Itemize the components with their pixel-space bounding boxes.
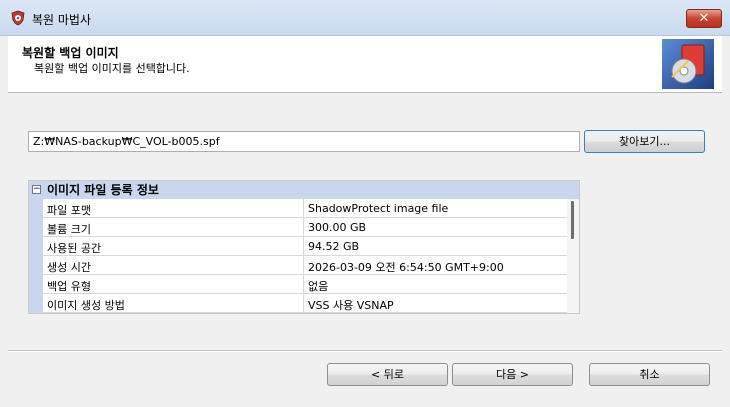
- page-subtitle: 복원할 백업 이미지를 선택합니다.: [34, 62, 190, 75]
- property-name: 볼륨 크기: [47, 223, 91, 236]
- property-value: ShadowProtect image file: [308, 202, 449, 215]
- property-row[interactable]: 이미지 생성 방법 VSS 사용 VSNAP: [29, 294, 569, 313]
- property-row[interactable]: 생성 시간 2026-03-09 오전 6:54:50 GMT+9:00: [29, 256, 569, 275]
- image-path-input[interactable]: Z:₩NAS-backup₩C_VOL-b005.spf: [28, 131, 580, 152]
- close-button[interactable]: ✕: [686, 9, 722, 28]
- row-gutter: [29, 256, 43, 275]
- column-divider: [303, 294, 304, 313]
- row-gutter: [29, 237, 43, 256]
- property-name: 이미지 생성 방법: [47, 299, 125, 312]
- column-divider: [303, 256, 304, 275]
- property-value: 2026-03-09 오전 6:54:50 GMT+9:00: [308, 261, 504, 274]
- row-gutter: [29, 294, 43, 313]
- column-divider: [303, 275, 304, 294]
- property-row[interactable]: 볼륨 크기 300.00 GB: [29, 218, 569, 237]
- column-divider: [303, 199, 304, 218]
- scrollbar-thumb[interactable]: [571, 201, 574, 239]
- next-button[interactable]: 다음 >: [452, 363, 573, 386]
- property-value: 없음: [308, 280, 329, 293]
- property-row[interactable]: 백업 유형 없음: [29, 275, 569, 294]
- wizard-body: Z:₩NAS-backup₩C_VOL-b005.spf 찾아보기... − 이…: [8, 94, 722, 350]
- row-gutter: [29, 275, 43, 294]
- close-icon: ✕: [698, 11, 710, 26]
- property-value: 300.00 GB: [308, 221, 367, 234]
- image-properties-grid: − 이미지 파일 등록 정보 파일 포맷 ShadowProtect image…: [28, 180, 580, 314]
- app-shield-icon: [11, 10, 25, 26]
- row-gutter: [29, 199, 43, 218]
- properties-scrollbar[interactable]: [567, 199, 579, 313]
- wizard-header: 복원할 백업 이미지 복원할 백업 이미지를 선택합니다.: [8, 36, 722, 93]
- property-name: 생성 시간: [47, 261, 91, 274]
- column-divider: [303, 218, 304, 237]
- collapse-minus-icon[interactable]: −: [32, 185, 41, 194]
- property-name: 파일 포맷: [47, 204, 91, 217]
- column-divider: [303, 237, 304, 256]
- properties-section-title: 이미지 파일 등록 정보: [47, 183, 159, 197]
- property-value: 94.52 GB: [308, 240, 360, 253]
- cancel-button[interactable]: 취소: [589, 363, 710, 386]
- page-title: 복원할 백업 이미지: [22, 46, 119, 60]
- property-name: 백업 유형: [47, 280, 91, 293]
- restore-wizard-window: 복원 마법사 ✕ 복원할 백업 이미지 복원할 백업 이미지를 선택합니다. Z…: [0, 0, 730, 407]
- window-title: 복원 마법사: [32, 13, 92, 27]
- properties-section-header[interactable]: − 이미지 파일 등록 정보: [29, 181, 579, 199]
- property-row[interactable]: 파일 포맷 ShadowProtect image file: [29, 199, 569, 218]
- browse-button[interactable]: 찾아보기...: [584, 130, 705, 153]
- backup-disk-icon: [662, 39, 714, 89]
- property-name: 사용된 공간: [47, 242, 102, 255]
- back-button[interactable]: < 뒤로: [327, 363, 448, 386]
- footer-divider-highlight: [8, 351, 722, 352]
- title-bar: 복원 마법사 ✕: [0, 0, 730, 36]
- property-row[interactable]: 사용된 공간 94.52 GB: [29, 237, 569, 256]
- property-value: VSS 사용 VSNAP: [308, 299, 394, 312]
- row-gutter: [29, 218, 43, 237]
